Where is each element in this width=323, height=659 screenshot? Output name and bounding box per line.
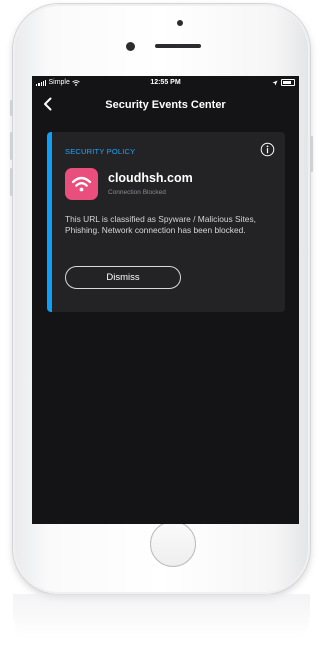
power-button xyxy=(310,136,313,172)
event-category: SECURITY POLICY xyxy=(65,147,136,156)
info-icon[interactable] xyxy=(260,142,275,157)
dismiss-button[interactable]: Dismiss xyxy=(65,266,181,289)
blocked-domain: cloudhsh.com xyxy=(108,171,193,185)
volume-up-button xyxy=(10,132,13,160)
security-event-card: SECURITY POLICY cloudhsh.com Connection … xyxy=(47,132,285,312)
front-camera xyxy=(126,42,135,51)
event-description: This URL is classified as Spyware / Mali… xyxy=(65,214,256,235)
status-bar: Simple 12:55 PM xyxy=(32,76,299,90)
phone-reflection xyxy=(13,594,310,659)
status-right xyxy=(272,79,295,86)
navigation-bar: Security Events Center xyxy=(32,90,299,118)
battery-icon xyxy=(281,79,295,86)
card-accent-bar xyxy=(47,132,52,312)
earpiece-speaker xyxy=(155,44,201,48)
home-button[interactable] xyxy=(150,521,196,567)
location-arrow-icon xyxy=(272,80,278,85)
status-time: 12:55 PM xyxy=(150,79,181,86)
page-title: Security Events Center xyxy=(105,99,226,111)
phone-screen: Simple 12:55 PM Security Events Center S… xyxy=(32,76,299,524)
wifi-icon xyxy=(65,168,98,200)
silent-switch xyxy=(10,100,13,116)
volume-down-button xyxy=(10,168,13,196)
sensor-dot xyxy=(177,20,183,26)
connection-status: Connection Blocked xyxy=(108,189,166,196)
